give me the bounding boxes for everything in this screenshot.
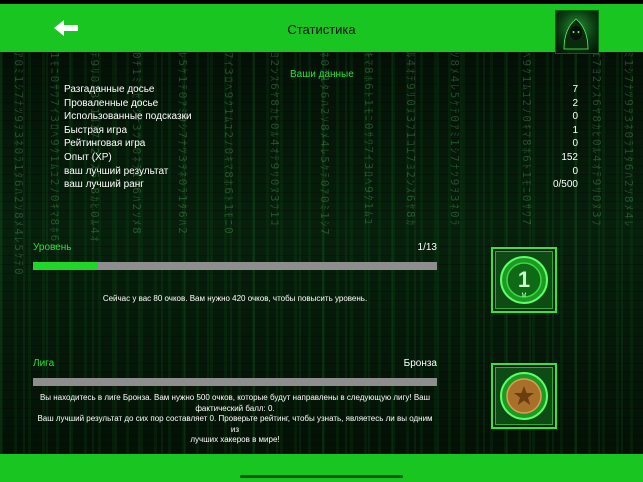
stat-value: 1 [572, 124, 578, 136]
level-badge-number: 1 [518, 267, 530, 292]
level-count: 1/13 [417, 242, 437, 253]
stat-value: 0 [572, 165, 578, 177]
league-text-line: Вы находитесь в лиге Бронза. Вам нужно 5… [39, 393, 431, 402]
stat-row-quick-game: Быстрая игра 1 [64, 124, 578, 138]
league-text-line: фактический балл: 0. [195, 403, 275, 413]
avatar[interactable] [555, 10, 599, 54]
league-label: Лига [33, 358, 55, 369]
bronze-star-medal-icon [500, 372, 548, 420]
league-text-line: Ваш лучший результат до сих пор составля… [37, 414, 433, 434]
hacker-avatar-icon [563, 18, 589, 50]
stat-row-solved-dossiers: Разгаданные досье 7 [64, 83, 578, 97]
stat-label: Опыт (XP) [64, 151, 112, 163]
stat-row-best-rank: ваш лучший ранг 0/500 [64, 178, 578, 192]
stat-value: 152 [561, 151, 578, 163]
stat-row-used-hints: Использованные подсказки 0 [64, 110, 578, 124]
league-badge[interactable] [491, 363, 557, 429]
league-text-line: лучших хакеров в мире! [190, 435, 280, 444]
top-bar: Статистика [0, 0, 643, 54]
stat-label: ваш лучший результат [64, 165, 169, 177]
stat-row-ranked-game: Рейтинговая игра 0 [64, 137, 578, 151]
stat-value: 0 [572, 138, 578, 150]
home-indicator[interactable] [240, 475, 403, 478]
league-description: Вы находитесь в лиге Бронза. Вам нужно 5… [33, 393, 437, 446]
level-medal-icon: 1 M [500, 256, 548, 304]
stat-value: 0/500 [552, 179, 578, 191]
level-badge-sub: M [522, 293, 527, 299]
stat-row-best-result: ваш лучший результат 0 [64, 165, 578, 179]
stat-row-experience: Опыт (XP) 152 [64, 151, 578, 165]
stat-value: 7 [572, 84, 578, 95]
stat-label: Использованные подсказки [64, 111, 192, 123]
level-badge[interactable]: 1 M [491, 247, 557, 313]
league-value: Бронза [403, 358, 437, 369]
level-description: Сейчас у вас 80 очков. Вам нужно 420 очк… [102, 294, 368, 303]
league-progress-bar [33, 378, 437, 386]
stat-row-failed-dossiers: Проваленные досье 2 [64, 97, 578, 111]
league-badge-inner [495, 367, 553, 425]
stats-list: Разгаданные досье 7 Проваленные досье 2 … [64, 83, 578, 192]
level-label: Уровень [33, 242, 72, 253]
stat-value: 0 [572, 111, 578, 123]
stat-label: Рейтинговая игра [64, 138, 146, 150]
stat-value: 2 [572, 97, 578, 109]
section-title: Ваши данные [290, 69, 354, 80]
stat-label: Разгаданные досье [64, 84, 155, 95]
bottom-bar [0, 454, 643, 482]
stat-label: Быстрая игра [64, 124, 128, 136]
level-progress-fill [33, 262, 98, 270]
stat-label: ваш лучший ранг [64, 179, 144, 191]
page-title: Статистика [287, 22, 356, 37]
stat-label: Проваленные досье [64, 97, 159, 109]
level-progress-bar [33, 262, 437, 270]
level-badge-inner: 1 M [495, 251, 553, 309]
